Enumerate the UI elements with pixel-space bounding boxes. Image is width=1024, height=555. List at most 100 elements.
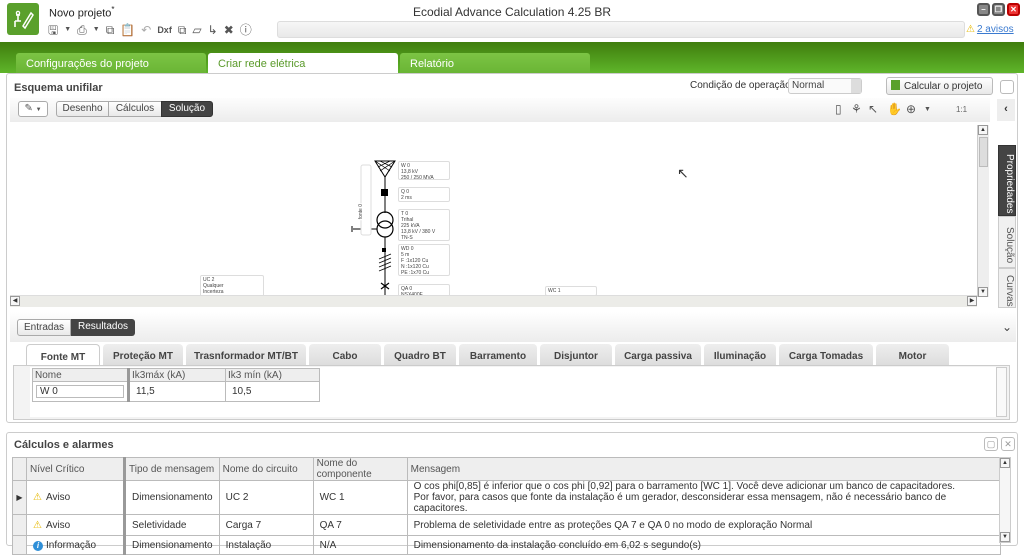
maximize-button[interactable]: ❐ bbox=[992, 3, 1005, 16]
diagram-block-wc1[interactable]: WC 1 bbox=[545, 286, 597, 295]
table-row[interactable]: ▶ ⚠ Aviso Dimensionamento UC 2 WC 1 O cos… bbox=[12, 480, 1001, 515]
scroll-down-button[interactable]: ▼ bbox=[1000, 532, 1010, 542]
pencil-menu-button[interactable]: ✎ ▼ bbox=[18, 101, 48, 117]
scroll-down-button[interactable]: ▼ bbox=[978, 287, 988, 297]
warnings-link[interactable]: ⚠ 2 avisos bbox=[966, 24, 1014, 35]
tab-report[interactable]: Relatório bbox=[400, 53, 590, 73]
undo-icon[interactable]: ↶ bbox=[141, 23, 151, 37]
diagram-block-uc2[interactable]: UC 2 Qualquer Incerteza bbox=[200, 275, 264, 295]
panel-close-button[interactable]: ✕ bbox=[1001, 437, 1015, 451]
chevron-down-icon[interactable]: ⌄ bbox=[1002, 320, 1012, 334]
chevron-down-icon[interactable]: ▼ bbox=[93, 23, 100, 37]
dxf-icon[interactable]: Dxf bbox=[157, 23, 172, 37]
print-icon[interactable]: ⎙ bbox=[77, 23, 87, 37]
mode-desenho[interactable]: Desenho bbox=[56, 101, 109, 117]
tab-project-settings[interactable]: Configurações do projeto bbox=[16, 53, 206, 73]
table-row[interactable]: i Informação Dimensionamento Instalação N… bbox=[12, 535, 1001, 555]
warnings-link-text[interactable]: 2 avisos bbox=[977, 24, 1014, 35]
result-tab-quadro-bt[interactable]: Quadro BT bbox=[384, 344, 456, 365]
chevron-left-icon[interactable]: ‹ bbox=[997, 99, 1015, 121]
pencil-icon: ✎ bbox=[24, 103, 33, 114]
copy-icon[interactable]: ⧉ bbox=[106, 23, 115, 37]
diagram-canvas[interactable]: fonte 0 W 0 13,8 kV 250 / 250 MVA Q 0 2 … bbox=[10, 125, 977, 295]
result-tab-carga-tomadas[interactable]: Carga Tomadas bbox=[779, 344, 873, 365]
diagram-block-qa0[interactable]: QA 0 NSX400F bbox=[398, 284, 450, 295]
diagram-block-t0[interactable]: T 0 Trihal 225 kVA 13,8 kV / 380 V TN-S bbox=[398, 209, 450, 241]
toggle-entradas[interactable]: Entradas bbox=[17, 319, 71, 336]
pan-hand-icon[interactable]: ✋ bbox=[887, 102, 902, 116]
export-icon[interactable]: ↳ bbox=[208, 23, 218, 37]
results-grid: Nome Ik3máx (kA) Ik3 mín (kA) W 0 11,5 1… bbox=[32, 368, 320, 402]
select-pointer-icon[interactable]: ↖ bbox=[868, 102, 878, 116]
alarms-vertical-scrollbar[interactable]: ▲ ▼ bbox=[999, 457, 1011, 543]
scroll-left-button[interactable]: ◀ bbox=[10, 296, 20, 306]
scroll-thumb[interactable] bbox=[979, 137, 988, 167]
column-header[interactable]: Nível Crítico bbox=[26, 457, 125, 481]
circuit-cell: Carga 7 bbox=[218, 514, 314, 536]
column-header[interactable]: Nome bbox=[32, 368, 129, 382]
mode-solucao[interactable]: Solução bbox=[161, 101, 213, 117]
app-logo[interactable] bbox=[7, 3, 39, 35]
transformer-symbol bbox=[376, 211, 394, 229]
level-text: Aviso bbox=[45, 519, 71, 531]
mode-calculos[interactable]: Cálculos bbox=[108, 101, 162, 117]
calculate-project-button[interactable]: Calcular o projeto bbox=[886, 77, 993, 95]
panel-restore-button[interactable] bbox=[1000, 80, 1014, 94]
result-tab-fonte-mt[interactable]: Fonte MT bbox=[26, 344, 100, 365]
row-selector bbox=[12, 514, 27, 536]
block-line: TN-S bbox=[401, 235, 413, 241]
diagram-vertical-scrollbar[interactable]: ▲ ▼ bbox=[977, 125, 989, 297]
circuit-cell: Instalação bbox=[218, 535, 314, 555]
table-row[interactable]: W 0 11,5 10,5 bbox=[32, 381, 320, 402]
column-header[interactable]: Ik3 mín (kA) bbox=[225, 368, 320, 382]
minimize-button[interactable]: – bbox=[977, 3, 990, 16]
save-icon[interactable]: 🖫 bbox=[48, 23, 58, 37]
close-button[interactable]: ✕ bbox=[1007, 3, 1020, 16]
warning-icon: ⚠ bbox=[33, 492, 42, 503]
scroll-right-button[interactable]: ▶ bbox=[967, 296, 977, 306]
paste-icon[interactable]: 📋 bbox=[120, 23, 135, 37]
scroll-up-button[interactable]: ▲ bbox=[978, 125, 988, 135]
chevron-down-icon[interactable]: ▼ bbox=[64, 23, 71, 37]
result-tab-transformador[interactable]: Trasnformador MT/BT bbox=[186, 344, 306, 365]
side-tab-curvas[interactable]: Curvas bbox=[998, 268, 1016, 308]
result-tab-iluminacao[interactable]: Iluminação bbox=[704, 344, 776, 365]
column-header[interactable]: Nome do circuito bbox=[218, 457, 314, 481]
network-icon[interactable]: ⚘ bbox=[851, 102, 862, 116]
results-vertical-scrollbar[interactable] bbox=[996, 367, 1007, 417]
attach-icon[interactable]: ⧉ bbox=[178, 23, 187, 37]
column-header[interactable]: Nome do componente bbox=[312, 457, 408, 481]
result-tab-carga-passiva[interactable]: Carga passiva bbox=[615, 344, 701, 365]
column-header[interactable]: Mensagem bbox=[406, 457, 1001, 481]
diagram-block-q0[interactable]: Q 0 2 ms bbox=[398, 187, 450, 202]
chevron-down-icon[interactable]: ▼ bbox=[924, 106, 931, 113]
result-tab-protecao-mt[interactable]: Proteção MT bbox=[103, 344, 183, 365]
operating-condition-select[interactable]: Normal bbox=[788, 78, 862, 94]
result-tab-motor[interactable]: Motor bbox=[876, 344, 949, 365]
zoom-in-icon[interactable]: ⊕ bbox=[906, 102, 916, 116]
diagram-horizontal-scrollbar[interactable]: ◀ ▶ bbox=[10, 295, 977, 307]
mouse-cursor: ↖ bbox=[677, 165, 689, 181]
result-tab-barramento[interactable]: Barramento bbox=[459, 344, 537, 365]
side-tab-solucao[interactable]: Solução bbox=[998, 216, 1016, 268]
diagram-block-wd0[interactable]: WD 0 5 m F :1x120 Cu N :1x120 Cu PE :1x7… bbox=[398, 244, 450, 276]
frame-icon[interactable]: ▯ bbox=[835, 102, 842, 116]
zoom-reset-button[interactable]: 1:1 bbox=[956, 105, 967, 114]
diagram-block-w0[interactable]: W 0 13,8 kV 250 / 250 MVA bbox=[398, 161, 450, 181]
message-line: Por favor, para casos que fonte da insta… bbox=[413, 492, 947, 514]
scroll-up-button[interactable]: ▲ bbox=[1000, 458, 1010, 468]
side-tab-propriedades[interactable]: Propriedades bbox=[998, 145, 1016, 216]
result-tab-cabo[interactable]: Cabo bbox=[309, 344, 381, 365]
name-cell[interactable]: W 0 bbox=[36, 385, 124, 398]
toggle-resultados[interactable]: Resultados bbox=[71, 319, 135, 336]
column-header[interactable]: Tipo de mensagem bbox=[123, 457, 220, 481]
tab-create-network[interactable]: Criar rede elétrica bbox=[208, 53, 398, 73]
tools-icon[interactable]: ✖ bbox=[224, 23, 234, 37]
table-row[interactable]: ⚠ Aviso Seletividade Carga 7 QA 7 Problem… bbox=[12, 514, 1001, 536]
diagram-drawing bbox=[351, 160, 396, 295]
help-icon[interactable]: ⓘ bbox=[240, 23, 252, 37]
column-header[interactable]: Ik3máx (kA) bbox=[127, 368, 226, 382]
shape-icon[interactable]: ▱ bbox=[192, 23, 201, 37]
panel-restore-button[interactable]: ▢ bbox=[984, 437, 998, 451]
result-tab-disjuntor[interactable]: Disjuntor bbox=[540, 344, 612, 365]
